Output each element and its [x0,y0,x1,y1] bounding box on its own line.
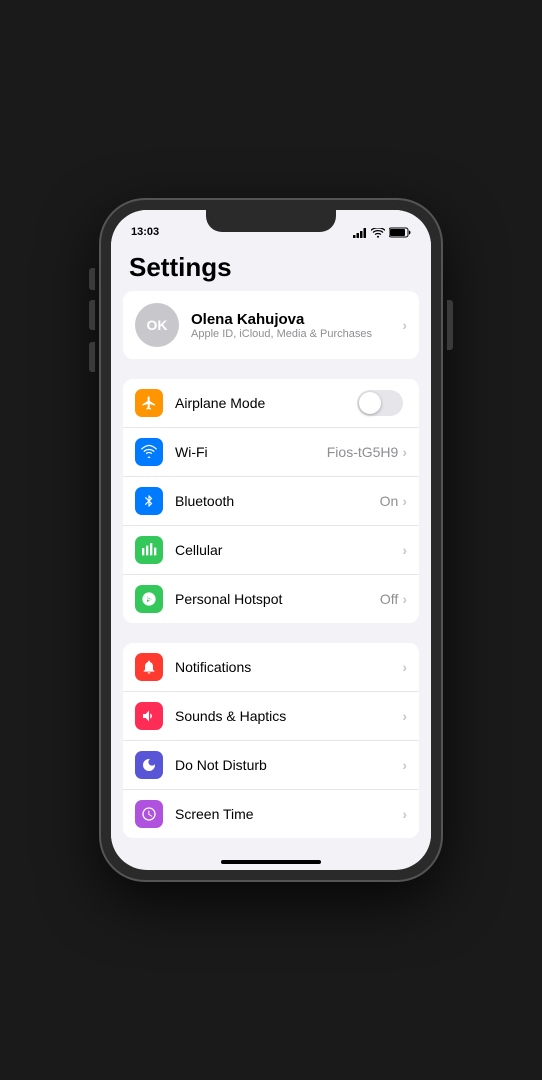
wifi-row[interactable]: Wi-Fi Fios-tG5H9 › [123,428,419,477]
phone-frame: 13:03 [101,200,441,880]
wifi-chevron: › [402,444,407,460]
wifi-icon [141,444,157,460]
screentime-icon-wrap [135,800,163,828]
wifi-label: Wi-Fi [175,444,327,460]
screentime-icon [141,806,157,822]
profile-chevron: › [402,317,407,333]
status-time: 13:03 [131,226,159,238]
phone-screen: 13:03 [111,210,431,870]
settings-scroll[interactable]: Settings OK Olena Kahujova Apple ID, iCl… [111,242,431,856]
hotspot-icon [141,591,157,607]
sounds-icon-wrap [135,702,163,730]
hotspot-value: Off [380,591,398,607]
volume-down-button[interactable] [89,342,95,372]
screentime-row[interactable]: Screen Time › [123,790,419,838]
wifi-icon-wrap [135,438,163,466]
notifications-icon-wrap [135,653,163,681]
mute-button[interactable] [89,268,95,290]
sounds-chevron: › [402,708,407,724]
screentime-chevron: › [402,806,407,822]
wifi-status-icon [371,228,385,238]
page-title: Settings [111,242,431,291]
dnd-icon [141,757,157,773]
hotspot-icon-wrap [135,585,163,613]
dnd-label: Do Not Disturb [175,757,402,773]
airplane-toggle[interactable] [357,390,403,416]
dnd-chevron: › [402,757,407,773]
bluetooth-row[interactable]: Bluetooth On › [123,477,419,526]
profile-name: Olena Kahujova [191,311,402,328]
notifications-label: Notifications [175,659,402,675]
avatar: OK [135,303,179,347]
screentime-label: Screen Time [175,806,402,822]
cellular-icon [141,542,157,558]
dnd-row[interactable]: Do Not Disturb › [123,741,419,790]
power-button[interactable] [447,300,453,350]
airplane-mode-icon-wrap [135,389,163,417]
settings-group-connectivity: Airplane Mode Wi-Fi Fios-tG5H9 › [123,379,419,623]
notch [206,210,336,232]
wifi-value: Fios-tG5H9 [327,444,399,460]
bluetooth-label: Bluetooth [175,493,380,509]
notifications-row[interactable]: Notifications › [123,643,419,692]
airplane-mode-label: Airplane Mode [175,395,357,411]
hotspot-row[interactable]: Personal Hotspot Off › [123,575,419,623]
airplane-mode-row[interactable]: Airplane Mode [123,379,419,428]
sounds-row[interactable]: Sounds & Haptics › [123,692,419,741]
cellular-icon-wrap [135,536,163,564]
signal-icon [353,228,367,238]
hotspot-label: Personal Hotspot [175,591,380,607]
settings-group-notifications: Notifications › Sounds & Haptics › [123,643,419,838]
airplane-icon [141,395,157,411]
cellular-chevron: › [402,542,407,558]
bluetooth-value: On [380,493,399,509]
profile-subtitle: Apple ID, iCloud, Media & Purchases [191,328,402,340]
sounds-icon [141,708,157,724]
status-icons [353,227,411,238]
profile-info: Olena Kahujova Apple ID, iCloud, Media &… [191,311,402,340]
bluetooth-icon-wrap [135,487,163,515]
bluetooth-icon [142,493,156,509]
battery-icon [389,227,411,238]
home-indicator[interactable] [221,860,321,864]
cellular-label: Cellular [175,542,402,558]
dnd-icon-wrap [135,751,163,779]
notifications-chevron: › [402,659,407,675]
sounds-label: Sounds & Haptics [175,708,402,724]
cellular-row[interactable]: Cellular › [123,526,419,575]
bluetooth-chevron: › [402,493,407,509]
volume-up-button[interactable] [89,300,95,330]
profile-row[interactable]: OK Olena Kahujova Apple ID, iCloud, Medi… [123,291,419,359]
notifications-icon [141,659,157,675]
toggle-knob [359,392,381,414]
hotspot-chevron: › [402,591,407,607]
